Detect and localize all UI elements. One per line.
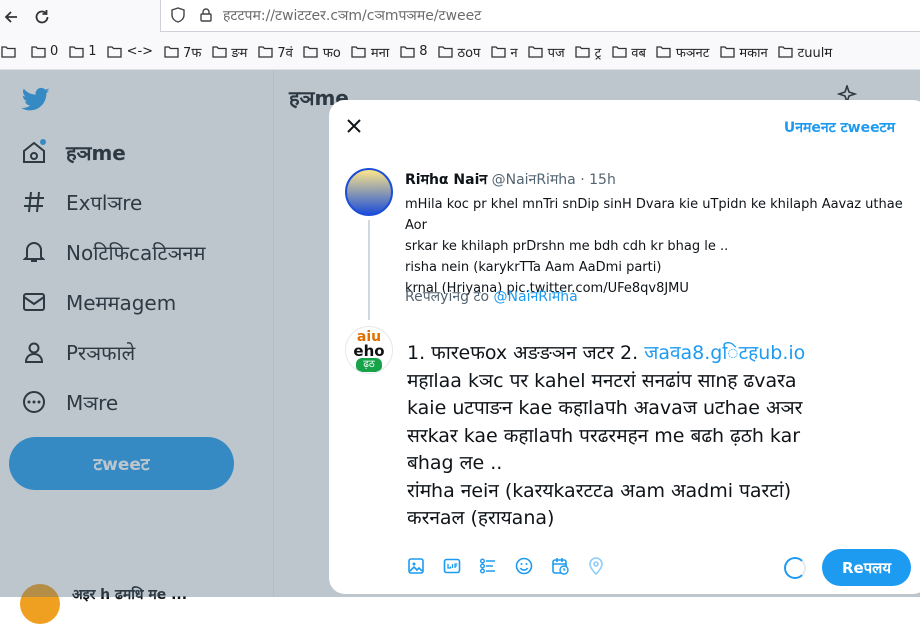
thread-line — [368, 220, 370, 320]
character-count-ring — [784, 557, 806, 579]
back-arrow-icon[interactable] — [0, 5, 24, 29]
bookmark-item[interactable]: न — [490, 43, 518, 61]
browser-toolbar: हटटपम://टwiटटeर.cञm/cञmपञमe/टweeट — [0, 0, 920, 34]
bookmark-item[interactable]: <-> — [107, 44, 153, 60]
compose-line: बhag लe .. — [407, 452, 503, 474]
bookmark-item[interactable]: 1 — [68, 44, 97, 60]
bookmark-label: पज — [547, 45, 565, 61]
quoted-line: risha nein (karykrTTa Aam AaDmi parti) — [405, 260, 662, 275]
dot-separator: · — [580, 172, 590, 188]
bookmark-label: मना — [370, 45, 390, 61]
reply-button[interactable]: Reपलय — [822, 549, 911, 586]
quoted-header: Riमhα Naiन @NaiनRiमha · 15h — [405, 170, 616, 189]
folder-icon — [490, 44, 506, 60]
bookmark-label: न — [510, 45, 518, 61]
quoted-line: mHila koc pr khel mnTri snDip sinH Dvara… — [405, 197, 903, 233]
folder-icon — [399, 44, 415, 60]
compose-line: 1. फारeफox अङङञन जटर 2. जaवa8.gिटहub.io — [407, 340, 917, 368]
bookmark-label: ट्र — [594, 45, 602, 61]
replying-to-label: Reपलyiनg टo — [405, 289, 490, 305]
folder-icon — [719, 44, 735, 60]
folder-icon — [68, 44, 84, 60]
bookmark-item[interactable]: 7फ — [163, 43, 201, 61]
unsent-tweets-link[interactable]: Uनमeनट टweeटम — [784, 118, 895, 137]
bookmark-item[interactable]: पज — [528, 43, 565, 61]
bookmark-item[interactable]: ठoप — [438, 43, 481, 61]
folder-icon — [611, 44, 627, 60]
quoted-tweet-text: mHila koc pr khel mnTri snDip sinH Dvara… — [405, 194, 917, 299]
bookmark-item[interactable]: 7वं — [257, 43, 293, 61]
bookmark-label: मकान — [739, 45, 768, 61]
poll-icon[interactable] — [477, 555, 499, 577]
bookmark-item[interactable]: फo — [303, 43, 341, 61]
folder-icon — [351, 44, 367, 60]
bookmark-item[interactable]: ङम — [211, 43, 247, 61]
compose-toolbar — [405, 555, 607, 577]
folder-icon — [0, 44, 16, 60]
quoted-time[interactable]: 15h — [589, 172, 616, 188]
compose-line: सरkaर kae कहाlaपh परढरमहन me बढh ढ़ठh ka… — [407, 424, 801, 447]
replying-to-handle[interactable]: @NaiनRiमha — [494, 289, 578, 305]
gif-icon[interactable] — [441, 555, 463, 577]
close-icon[interactable] — [342, 114, 366, 138]
folder-icon — [30, 44, 46, 60]
bookmark-label: फञनट — [675, 45, 710, 61]
folder-icon — [528, 44, 544, 60]
compose-textarea[interactable]: 1. फारeफox अङङञन जटर 2. जaवa8.gिटहub.io … — [407, 340, 917, 533]
lock-icon[interactable] — [197, 6, 215, 24]
bookmark-label: ङम — [231, 45, 248, 61]
bookmark-label: 0 — [50, 44, 59, 59]
bookmarks-bar: 0 1 <-> 7फ ङम 7वं फo मना 8 ठoप न पज ट्र वब फञनट मकान टuu… — [0, 34, 920, 70]
compose-line: रांमha नeiन (kaरयkaरटटa अam अadmi पaरटां… — [407, 479, 792, 502]
folder-icon — [257, 44, 273, 60]
compose-line: महाlaa kञc पर kahel मनटरां सनढां​प साnह … — [407, 369, 797, 392]
bookmark-label: टuulम — [797, 45, 833, 61]
replying-to: Reपलyiनg टo @NaiनRiमha — [405, 287, 578, 306]
folder-icon — [778, 44, 794, 60]
bookmark-label: 7फ — [183, 45, 202, 61]
avatar-text-bottom: ढ़ठ — [356, 358, 382, 372]
bookmark-item[interactable]: मना — [351, 43, 389, 61]
emoji-icon[interactable] — [513, 555, 535, 577]
folder-icon — [211, 44, 227, 60]
bookmark-item[interactable]: 0 — [30, 44, 58, 60]
folder-icon — [107, 44, 123, 60]
bookmark-label: वब — [631, 45, 646, 61]
compose-link[interactable]: जaवa8.gिटहub.io — [644, 342, 805, 364]
location-icon[interactable] — [585, 555, 607, 577]
reload-icon[interactable] — [30, 5, 54, 29]
address-bar[interactable]: हटटपम://टwiटटeर.cञm/cञmपञमe/टweeट — [160, 0, 920, 32]
compose-prefix: 1. फारeफox अङङञन जटर 2. — [407, 342, 645, 364]
reply-modal: Uनमeनट टweeटम Riमhα Naiन @NaiनRiमha · 15… — [329, 100, 920, 594]
bookmark-item[interactable]: फञनट — [656, 43, 709, 61]
folder-icon — [575, 44, 591, 60]
bookmark-item[interactable]: मकान — [719, 43, 768, 61]
shield-icon[interactable] — [169, 6, 187, 24]
folder-icon — [303, 44, 319, 60]
folder-icon — [163, 44, 179, 60]
bookmark-item[interactable]: ट्र — [575, 43, 602, 61]
bookmark-label: 7वं — [277, 45, 293, 61]
quoted-line: srkar ke khilaph prDrshn me bdh cdh kr b… — [405, 239, 729, 254]
bookmark-label: 1 — [88, 44, 97, 59]
user-avatar[interactable]: aiu eho ढ़ठ — [345, 326, 393, 374]
bookmark-item[interactable]: 8 — [399, 44, 428, 60]
quoted-avatar[interactable] — [345, 168, 393, 216]
bookmark-label: <-> — [126, 44, 154, 59]
bookmark-item[interactable]: वब — [611, 43, 646, 61]
quoted-author-name[interactable]: Riमhα Naiन — [405, 172, 487, 188]
url-text[interactable]: हटटपम://टwiटटeर.cञm/cञmपञमe/टweeट — [223, 6, 481, 25]
quoted-author-handle[interactable]: @NaiनRiमha — [492, 172, 576, 188]
compose-line: kaie uटपाङन kae कहाlaपh अavaज uटhae अञर — [407, 397, 803, 419]
folder-icon — [438, 44, 454, 60]
image-icon[interactable] — [405, 555, 427, 577]
bookmark-label: 8 — [419, 44, 428, 59]
bookmark-item[interactable]: टuulम — [778, 43, 832, 61]
bookmark-label: फo — [322, 45, 341, 61]
folder-icon — [656, 44, 672, 60]
compose-line: करनaल (हरायana) — [407, 507, 555, 529]
bookmark-label: ठoप — [457, 45, 481, 61]
bookmark-item[interactable] — [0, 44, 20, 60]
schedule-icon[interactable] — [549, 555, 571, 577]
